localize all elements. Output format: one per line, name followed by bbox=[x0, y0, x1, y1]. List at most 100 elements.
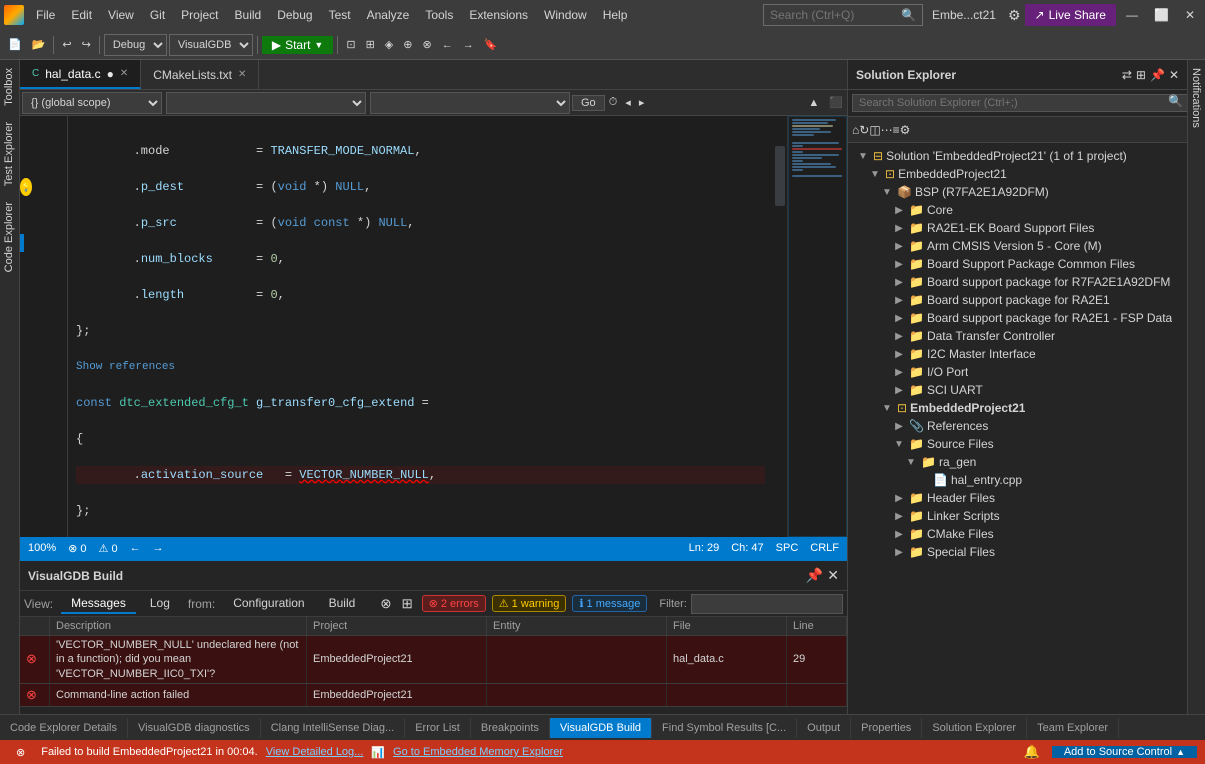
bell-icon[interactable]: 🔔 bbox=[1024, 744, 1040, 760]
tree-cmake-files[interactable]: ▶ 📁 CMake Files bbox=[848, 525, 1187, 543]
se-close-button[interactable]: ✕ bbox=[1169, 68, 1179, 82]
se-sync-button[interactable]: ⇄ bbox=[1122, 68, 1132, 82]
source-control-button[interactable]: Add to Source Control ▲ bbox=[1052, 746, 1197, 758]
go-button[interactable]: Go bbox=[572, 95, 605, 111]
build-pin-button[interactable]: 📌 bbox=[806, 567, 823, 584]
nav-fwd-editor[interactable]: ▸ bbox=[635, 94, 649, 111]
bottom-tab-solution-explorer[interactable]: Solution Explorer bbox=[922, 718, 1027, 738]
scroll-thumb[interactable] bbox=[775, 146, 785, 206]
bottom-tab-code-explorer[interactable]: Code Explorer Details bbox=[0, 718, 128, 738]
toolbar-navigate-forward[interactable]: → bbox=[459, 37, 478, 53]
tree-bsp[interactable]: ▼ 📦 BSP (R7FA2E1A92DFM) bbox=[848, 183, 1187, 201]
scope-dropdown[interactable]: {} (global scope) bbox=[22, 92, 162, 114]
minimize-button[interactable]: — bbox=[1120, 6, 1144, 24]
nav-back-editor[interactable]: ◂ bbox=[621, 94, 635, 111]
se-tb-5[interactable]: ≡ bbox=[893, 123, 900, 137]
tree-dtc[interactable]: ▶ 📁 Data Transfer Controller bbox=[848, 327, 1187, 345]
tree-io-port[interactable]: ▶ 📁 I/O Port bbox=[848, 363, 1187, 381]
tree-header-files[interactable]: ▶ 📁 Header Files bbox=[848, 489, 1187, 507]
menu-project[interactable]: Project bbox=[173, 4, 226, 26]
menu-build[interactable]: Build bbox=[227, 4, 270, 26]
platform-dropdown[interactable]: VisualGDB bbox=[169, 34, 253, 56]
bottom-tab-error-list[interactable]: Error List bbox=[405, 718, 471, 738]
bottom-tab-visualgdb-diag[interactable]: VisualGDB diagnostics bbox=[128, 718, 261, 738]
new-file-button[interactable]: 📄 bbox=[4, 36, 26, 53]
debug-config-dropdown[interactable]: Debug bbox=[104, 34, 167, 56]
bottom-tab-breakpoints[interactable]: Breakpoints bbox=[471, 718, 550, 738]
tree-source-files[interactable]: ▼ 📁 Source Files bbox=[848, 435, 1187, 453]
toolbar-extra-5[interactable]: ⊗ bbox=[418, 36, 435, 53]
se-tb-2[interactable]: ↻ bbox=[859, 123, 869, 137]
se-search-input[interactable] bbox=[852, 94, 1188, 112]
tree-ra-gen[interactable]: ▼ 📁 ra_gen bbox=[848, 453, 1187, 471]
close-button[interactable]: ✕ bbox=[1179, 6, 1201, 24]
bulb-icon[interactable]: 💡 bbox=[20, 178, 32, 196]
open-file-button[interactable]: 📂 bbox=[28, 36, 50, 53]
start-button[interactable]: ▶ Start ▼ bbox=[262, 36, 334, 54]
menu-file[interactable]: File bbox=[28, 4, 63, 26]
tab-cmake[interactable]: CMakeLists.txt ✕ bbox=[141, 60, 259, 89]
bottom-tab-visualgdb-build[interactable]: VisualGDB Build bbox=[550, 718, 652, 738]
menu-git[interactable]: Git bbox=[142, 4, 173, 26]
bottom-tab-properties[interactable]: Properties bbox=[851, 718, 922, 738]
tree-ra2e1-ek[interactable]: ▶ 📁 RA2E1-EK Board Support Files bbox=[848, 219, 1187, 237]
test-explorer-tab[interactable]: Test Explorer bbox=[0, 114, 19, 194]
line-ending[interactable]: CRLF bbox=[810, 542, 839, 554]
bottom-tab-find-symbol[interactable]: Find Symbol Results [C... bbox=[652, 718, 797, 738]
tree-sci-uart[interactable]: ▶ 📁 SCI UART bbox=[848, 381, 1187, 399]
tree-linker-scripts[interactable]: ▶ 📁 Linker Scripts bbox=[848, 507, 1187, 525]
tree-bsp-fsp[interactable]: ▶ 📁 Board support package for RA2E1 - FS… bbox=[848, 309, 1187, 327]
menu-debug[interactable]: Debug bbox=[269, 4, 320, 26]
tree-solution[interactable]: ▼ ⊟ Solution 'EmbeddedProject21' (1 of 1… bbox=[848, 147, 1187, 165]
se-tb-1[interactable]: ⌂ bbox=[852, 123, 859, 137]
toolbar-extra-3[interactable]: ◈ bbox=[381, 36, 397, 53]
code-explorer-tab[interactable]: Code Explorer bbox=[0, 194, 19, 280]
encoding[interactable]: SPC bbox=[776, 542, 799, 554]
bottom-tab-output[interactable]: Output bbox=[797, 718, 851, 738]
sync-btn[interactable]: ⏱ bbox=[605, 94, 622, 111]
menu-extensions[interactable]: Extensions bbox=[461, 4, 536, 26]
tree-bsp-ra2e1[interactable]: ▶ 📁 Board support package for RA2E1 bbox=[848, 291, 1187, 309]
build-clear-button[interactable]: ⊗ bbox=[377, 595, 394, 613]
build-filter-input[interactable] bbox=[691, 594, 843, 614]
minimap-btn[interactable]: ⬛ bbox=[825, 94, 847, 111]
build-tab-config[interactable]: Configuration bbox=[223, 594, 314, 614]
se-filter-button[interactable]: ⊞ bbox=[1136, 68, 1146, 82]
toolbar-navigate-back[interactable]: ← bbox=[438, 37, 457, 53]
build-row-2[interactable]: ⊗ Command-line action failed EmbeddedPro… bbox=[20, 684, 847, 707]
live-share-button[interactable]: ↗ Live Share bbox=[1025, 4, 1116, 26]
tab-close-1[interactable]: ✕ bbox=[120, 68, 128, 79]
se-tb-4[interactable]: ⋯ bbox=[881, 123, 893, 137]
file-dropdown[interactable] bbox=[166, 92, 366, 114]
se-pin-button[interactable]: 📌 bbox=[1150, 68, 1165, 82]
toolbar-bookmark[interactable]: 🔖 bbox=[480, 36, 502, 53]
tree-core[interactable]: ▶ 📁 Core bbox=[848, 201, 1187, 219]
tab-close-2[interactable]: ✕ bbox=[238, 69, 246, 80]
menu-view[interactable]: View bbox=[100, 4, 142, 26]
menu-help[interactable]: Help bbox=[595, 4, 636, 26]
tree-i2c[interactable]: ▶ 📁 I2C Master Interface bbox=[848, 345, 1187, 363]
view-log-link[interactable]: View Detailed Log... bbox=[266, 746, 364, 758]
menu-tools[interactable]: Tools bbox=[417, 4, 461, 26]
zoom-level[interactable]: 100% bbox=[28, 542, 56, 554]
build-close-button[interactable]: ✕ bbox=[827, 567, 839, 584]
settings-icon[interactable]: ⚙ bbox=[1008, 7, 1021, 24]
tree-embedded-project[interactable]: ▼ ⊡ EmbeddedProject21 bbox=[848, 399, 1187, 417]
toolbox-tab[interactable]: Toolbox bbox=[0, 60, 19, 114]
se-tb-3[interactable]: ◫ bbox=[869, 123, 880, 137]
navigate-back-btn[interactable]: ← bbox=[130, 542, 141, 554]
build-tab-log[interactable]: Log bbox=[140, 594, 180, 614]
bottom-tab-team-explorer[interactable]: Team Explorer bbox=[1027, 718, 1119, 738]
build-row-1[interactable]: ⊗ 'VECTOR_NUMBER_NULL' undeclared here (… bbox=[20, 636, 847, 684]
maximize-button[interactable]: ⬜ bbox=[1148, 6, 1175, 24]
undo-button[interactable]: ↩ bbox=[58, 36, 75, 53]
build-tab-messages[interactable]: Messages bbox=[61, 594, 136, 614]
tab-hal-data[interactable]: C hal_data.c ● ✕ bbox=[20, 60, 141, 89]
toolbar-extra-4[interactable]: ⊕ bbox=[399, 36, 416, 53]
se-tb-6[interactable]: ⚙ bbox=[900, 123, 911, 137]
notifications-tab[interactable]: Notifications bbox=[1188, 60, 1205, 136]
tree-bsp-common[interactable]: ▶ 📁 Board Support Package Common Files bbox=[848, 255, 1187, 273]
build-tab-build[interactable]: Build bbox=[319, 594, 366, 614]
navigate-fwd-btn[interactable]: → bbox=[153, 542, 164, 554]
scroll-up[interactable]: ▲ bbox=[804, 94, 823, 111]
